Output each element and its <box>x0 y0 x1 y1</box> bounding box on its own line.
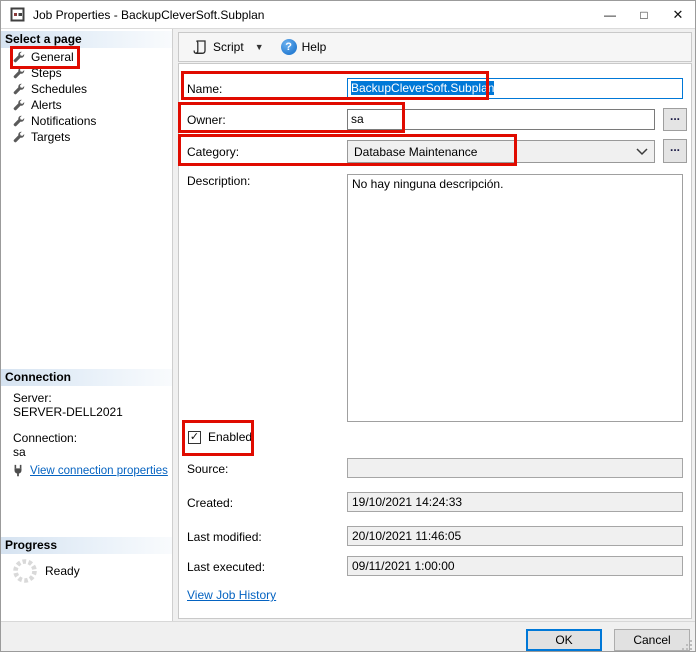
sidebar-item-label: Notifications <box>31 114 96 128</box>
category-browse-button[interactable]: ... <box>663 139 687 163</box>
help-button-label: Help <box>302 40 327 54</box>
sidebar-item-schedules[interactable]: Schedules <box>1 81 172 97</box>
last-modified-label: Last modified: <box>187 530 262 544</box>
script-icon <box>192 39 208 55</box>
page-list: General Steps Schedules Alerts Notificat… <box>1 49 172 145</box>
wrench-icon <box>13 83 25 95</box>
toolbar: Script ▼ ? Help <box>178 32 692 62</box>
window-title: Job Properties - BackupCleverSoft.Subpla… <box>33 8 264 22</box>
connection-plug-icon <box>11 464 25 478</box>
script-button-label: Script <box>213 40 244 54</box>
ok-button[interactable]: OK <box>526 629 602 651</box>
created-label: Created: <box>187 496 233 510</box>
window-controls: — □ ✕ <box>593 1 695 28</box>
sidebar-item-label: Targets <box>31 130 70 144</box>
minimize-icon[interactable]: — <box>593 1 627 28</box>
title-bar: Job Properties - BackupCleverSoft.Subpla… <box>1 1 695 29</box>
view-job-history-link[interactable]: View Job History <box>187 588 276 602</box>
sidebar-item-general[interactable]: General <box>1 49 172 65</box>
sidebar-item-steps[interactable]: Steps <box>1 65 172 81</box>
category-select[interactable]: Database Maintenance <box>347 140 655 163</box>
enabled-checkbox[interactable]: ✓ <box>188 431 201 444</box>
created-field: 19/10/2021 14:24:33 <box>347 492 683 512</box>
general-page-panel: Name: BackupCleverSoft.Subplan Owner: sa… <box>178 63 692 619</box>
sidebar-item-label: Alerts <box>31 98 62 112</box>
sidebar-item-targets[interactable]: Targets <box>1 129 172 145</box>
sidebar-item-label: Steps <box>31 66 62 80</box>
help-icon: ? <box>281 39 297 55</box>
dialog-window-icon <box>10 7 25 22</box>
name-label: Name: <box>187 82 222 96</box>
server-value: SERVER-DELL2021 <box>13 405 123 419</box>
sidebar-item-label: Schedules <box>31 82 87 96</box>
connection-value: sa <box>13 445 26 459</box>
category-label: Category: <box>187 145 239 159</box>
owner-input[interactable]: sa <box>347 109 655 130</box>
view-connection-properties-link[interactable]: View connection properties <box>30 465 168 477</box>
chevron-down-icon[interactable]: ▼ <box>252 40 267 54</box>
chevron-down-icon <box>636 148 648 156</box>
description-label: Description: <box>187 174 250 188</box>
wrench-icon <box>13 115 25 127</box>
connection-header: Connection <box>1 369 172 386</box>
sidebar-item-label: General <box>31 50 74 64</box>
sidebar-item-notifications[interactable]: Notifications <box>1 113 172 129</box>
description-textarea[interactable]: No hay ninguna descripción. <box>347 174 683 422</box>
resize-grip[interactable] <box>680 638 693 651</box>
selected-text: BackupCleverSoft.Subplan <box>351 81 494 95</box>
help-button[interactable]: ? Help <box>277 37 331 57</box>
sidebar-item-alerts[interactable]: Alerts <box>1 97 172 113</box>
view-connection-row: View connection properties <box>11 464 168 478</box>
wrench-icon <box>13 99 25 111</box>
last-executed-field: 09/11/2021 1:00:00 <box>347 556 683 576</box>
checkmark-icon: ✓ <box>190 432 199 443</box>
progress-header: Progress <box>1 537 172 554</box>
name-input[interactable]: BackupCleverSoft.Subplan <box>347 78 683 99</box>
source-field <box>347 458 683 478</box>
owner-browse-button[interactable]: ... <box>663 108 687 131</box>
category-value: Database Maintenance <box>354 145 477 159</box>
cancel-button[interactable]: Cancel <box>614 629 690 651</box>
job-properties-dialog: Job Properties - BackupCleverSoft.Subpla… <box>0 0 696 652</box>
footer: OK Cancel <box>1 621 695 652</box>
progress-spinner-icon <box>11 557 39 585</box>
maximize-icon[interactable]: □ <box>627 1 661 28</box>
wrench-icon <box>13 67 25 79</box>
server-label: Server: <box>13 391 52 405</box>
last-modified-field: 20/10/2021 11:46:05 <box>347 526 683 546</box>
enabled-row: ✓ Enabled <box>188 430 252 444</box>
wrench-icon <box>13 131 25 143</box>
close-icon[interactable]: ✕ <box>661 1 695 28</box>
main-area: Script ▼ ? Help Name: BackupCleverSoft.S… <box>173 29 696 621</box>
last-executed-label: Last executed: <box>187 560 265 574</box>
connection-label: Connection: <box>13 431 77 445</box>
owner-label: Owner: <box>187 113 226 127</box>
select-a-page-header: Select a page <box>1 31 172 48</box>
script-button[interactable]: Script <box>188 37 248 57</box>
source-label: Source: <box>187 462 228 476</box>
enabled-label: Enabled <box>208 430 252 444</box>
sidebar: Select a page General Steps Schedules Al… <box>1 29 173 621</box>
progress-status: Ready <box>45 564 80 578</box>
wrench-icon <box>13 51 25 63</box>
